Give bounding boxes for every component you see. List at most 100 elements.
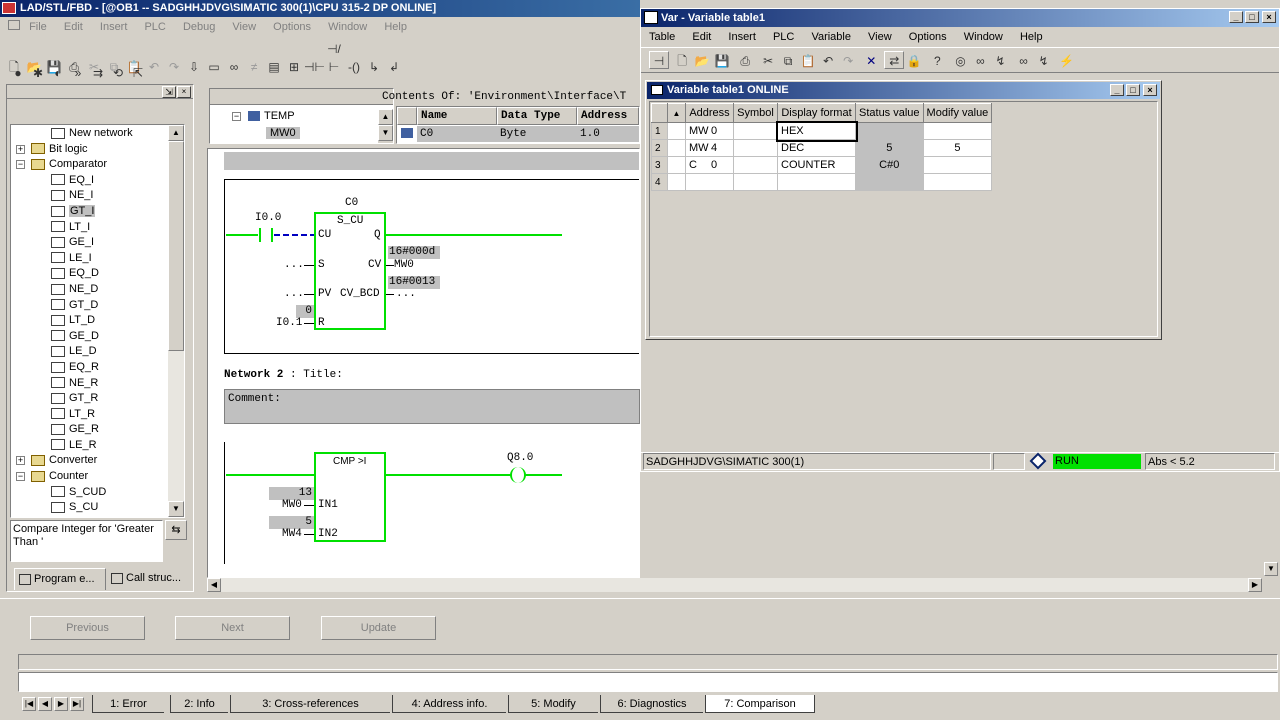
glasses-icon[interactable]: ∞	[224, 58, 244, 76]
collapse-icon[interactable]: −	[16, 160, 25, 170]
modify-icon[interactable]: ↯	[990, 52, 1010, 70]
catalog-item[interactable]: LT_R	[11, 407, 169, 423]
n1-pv-input[interactable]: ...	[284, 288, 304, 300]
prev-tab-icon[interactable]: ◀	[38, 697, 52, 711]
catalog-item[interactable]: LE_R	[11, 438, 169, 454]
modify-value-cell[interactable]	[922, 173, 993, 191]
display-format-cell[interactable]: DEC	[777, 139, 856, 157]
catalog-item[interactable]: + Bit logic	[11, 142, 169, 158]
var-menu-options[interactable]: Options	[909, 31, 947, 43]
column-header-address[interactable]: Address	[577, 107, 639, 125]
menu-debug[interactable]: Debug	[183, 21, 215, 33]
zoom-icon[interactable]: ⊞	[284, 58, 304, 76]
table-row[interactable]: 2 MW 4 DEC 5 5	[651, 139, 993, 157]
var-menu-variable[interactable]: Variable	[811, 31, 851, 43]
catalog-item[interactable]: GT_D	[11, 298, 169, 314]
details-tab[interactable]: 2: Info	[170, 695, 228, 713]
modify-value-cell[interactable]: 5	[922, 139, 993, 157]
editor-vscroll-down[interactable]: ▼	[1264, 562, 1278, 576]
column-header-display-format[interactable]: Display format	[777, 103, 856, 123]
editor-hscrollbar[interactable]: ◀ ▶	[207, 578, 1262, 592]
status-value-cell[interactable]	[855, 173, 924, 191]
menu-insert[interactable]: Insert	[100, 21, 128, 33]
expand-icon[interactable]: +	[16, 144, 25, 154]
symbol-cell[interactable]	[733, 122, 778, 140]
next-tab-icon[interactable]: ▶	[54, 697, 68, 711]
step-icon[interactable]: »	[68, 64, 88, 82]
online-icon[interactable]: ⇄	[884, 51, 905, 69]
table-row[interactable]: 1 MW 0 HEX	[651, 120, 993, 142]
catalog-item[interactable]: LE_D	[11, 344, 169, 360]
resume-icon[interactable]: ⟲	[108, 64, 128, 82]
var-menu-view[interactable]: View	[868, 31, 892, 43]
status-value-cell[interactable]: 5	[855, 139, 924, 157]
n1-bcd-operand[interactable]: ...	[396, 288, 416, 300]
catalog-item[interactable]: S_CUD	[11, 485, 169, 501]
catalog-pin-button[interactable]: ⇲	[162, 86, 176, 98]
details-tab[interactable]: 3: Cross-references	[230, 695, 390, 713]
var-menu-window[interactable]: Window	[964, 31, 1003, 43]
column-header-selector[interactable]: ▲	[667, 103, 686, 123]
previous-button[interactable]: Previous	[30, 616, 145, 640]
column-header-name[interactable]: Name	[417, 107, 497, 125]
delete-icon[interactable]: ✕	[861, 52, 881, 70]
redo-icon[interactable]: ↷	[838, 52, 858, 70]
symbol-cell[interactable]	[733, 156, 778, 174]
maximize-button[interactable]: □	[1245, 11, 1259, 23]
scroll-thumb[interactable]	[168, 141, 184, 351]
catalog-help-button[interactable]: ⇆	[165, 520, 187, 540]
display-format-cell[interactable]	[777, 173, 856, 191]
row-selector[interactable]	[667, 156, 686, 174]
catalog-item[interactable]: + Converter	[11, 453, 169, 469]
expand-icon[interactable]: +	[16, 456, 25, 466]
breakpoint-icon[interactable]: ●	[8, 64, 28, 82]
var-menu-plc[interactable]: PLC	[773, 31, 794, 43]
breakpoint-clear-icon[interactable]: ✱	[28, 64, 48, 82]
column-header-data-type[interactable]: Data Type	[497, 107, 577, 125]
tab-call-structure[interactable]: Call struc...	[108, 569, 188, 587]
var-menu-table[interactable]: Table	[649, 31, 675, 43]
address-cell[interactable]: C0	[685, 156, 734, 174]
copy-icon[interactable]: ⧉	[778, 52, 798, 70]
details-tab[interactable]: 4: Address info.	[392, 695, 506, 713]
last-tab-icon[interactable]: ▶|	[70, 697, 84, 711]
tab-program-elements[interactable]: Program e...	[14, 568, 106, 590]
interface-scrollbar[interactable]: ▲ ▼	[378, 109, 393, 143]
branch-open-icon[interactable]: ↳	[364, 58, 384, 76]
close-button[interactable]: ×	[1262, 11, 1276, 23]
n2-in1-operand[interactable]: MW0	[282, 499, 302, 511]
menu-help[interactable]: Help	[384, 21, 407, 33]
catalog-item[interactable]: New network	[11, 126, 169, 142]
details-tab[interactable]: 1: Error	[92, 695, 164, 713]
catalog-item[interactable]: NE_D	[11, 282, 169, 298]
symbol-cell[interactable]	[733, 173, 778, 191]
scroll-up-arrow-icon[interactable]: ▲	[378, 109, 393, 125]
minimize-button[interactable]: _	[1229, 11, 1243, 23]
status-value-cell[interactable]: C#0	[855, 156, 924, 174]
menu-options[interactable]: Options	[273, 21, 311, 33]
column-header-address[interactable]: Address	[685, 103, 734, 123]
table-row[interactable]: 4	[651, 173, 993, 191]
force-icon[interactable]: ⚡	[1057, 52, 1077, 70]
step-out-icon[interactable]: ⇱	[128, 64, 148, 82]
next-button[interactable]: Next	[175, 616, 290, 640]
scroll-left-arrow-icon[interactable]: ◀	[207, 578, 221, 592]
address-cell[interactable]: MW 0	[685, 122, 734, 140]
child-minimize-button[interactable]: _	[1110, 84, 1124, 96]
row-selector[interactable]	[667, 173, 686, 191]
cut-icon[interactable]: ✂	[758, 52, 778, 70]
collapse-icon[interactable]: −	[232, 112, 241, 121]
address-cell[interactable]	[685, 173, 734, 191]
column-header-modify-value[interactable]: Modify value	[922, 103, 993, 123]
column-header-status-value[interactable]: Status value	[855, 103, 924, 123]
catalog-item[interactable]: GE_R	[11, 422, 169, 438]
menu-view[interactable]: View	[232, 21, 256, 33]
catalog-item[interactable]: GT_R	[11, 391, 169, 407]
details-tab[interactable]: 6: Diagnostics	[600, 695, 703, 713]
display-format-cell[interactable]: COUNTER	[777, 156, 856, 174]
var-menu-edit[interactable]: Edit	[692, 31, 711, 43]
display-format-cell[interactable]: HEX	[775, 120, 858, 142]
interface-row-address[interactable]: 1.0	[577, 126, 639, 142]
catalog-item[interactable]: EQ_R	[11, 360, 169, 376]
catalog-item[interactable]: EQ_I	[11, 173, 169, 189]
